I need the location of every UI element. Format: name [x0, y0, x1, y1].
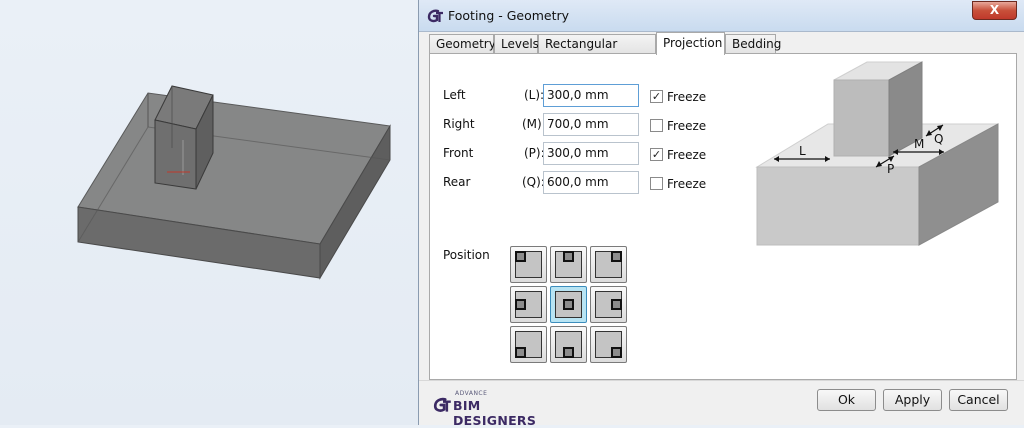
- right-label: Right: [443, 117, 475, 131]
- front-label: Front: [443, 146, 474, 160]
- diagram-label-l: L: [799, 144, 806, 158]
- cancel-button[interactable]: Cancel: [949, 389, 1008, 411]
- brand-logo-icon: [433, 397, 451, 412]
- close-button[interactable]: X: [972, 1, 1017, 20]
- front-code: (P):: [524, 146, 545, 160]
- app-logo-icon: [427, 9, 443, 23]
- position-bottom-center[interactable]: [550, 326, 587, 363]
- position-bottom-right[interactable]: [590, 326, 627, 363]
- window-title: Footing - Geometry: [448, 8, 570, 23]
- right-freeze-checkbox[interactable]: [650, 119, 663, 132]
- footing-3d-model: [77, 85, 391, 280]
- tab-geometry[interactable]: Geometry: [429, 34, 496, 54]
- tab-levels[interactable]: Levels: [494, 34, 539, 54]
- position-center[interactable]: [550, 286, 587, 323]
- brand-small-text: ADVANCE: [455, 390, 488, 397]
- rear-freeze-checkbox[interactable]: [650, 177, 663, 190]
- left-code: (L):: [524, 88, 545, 102]
- brand-logo: ADVANCE BIM DESIGNERS: [433, 389, 558, 428]
- position-middle-left[interactable]: [510, 286, 547, 323]
- diagram-label-m: M: [914, 137, 924, 151]
- right-freeze-label: Freeze: [667, 119, 707, 133]
- right-input[interactable]: 700,0 mm: [543, 113, 639, 136]
- position-label: Position: [443, 248, 490, 262]
- left-input[interactable]: 300,0 mm: [543, 84, 639, 107]
- tab-rectangular-column[interactable]: Rectangular Column: [538, 34, 656, 69]
- tab-projection[interactable]: Projection: [656, 32, 725, 55]
- front-freeze-checkbox[interactable]: ✓: [650, 148, 663, 161]
- dialog-footer: ADVANCE BIM DESIGNERS Ok Apply Cancel: [419, 380, 1024, 428]
- apply-button[interactable]: Apply: [883, 389, 942, 411]
- projection-panel: Left (L): 300,0 mm ✓ Freeze Right (M): 7…: [429, 53, 1017, 380]
- diagram-label-p: P: [887, 162, 894, 176]
- check-icon: ✓: [651, 148, 662, 161]
- position-top-center[interactable]: [550, 246, 587, 283]
- position-middle-right[interactable]: [590, 286, 627, 323]
- diagram-label-q: Q: [934, 132, 943, 146]
- projection-diagram: L P M Q: [755, 61, 999, 246]
- front-freeze-label: Freeze: [667, 148, 707, 162]
- left-label: Left: [443, 88, 466, 102]
- brand-main-text: BIM DESIGNERS: [453, 398, 537, 428]
- footing-geometry-dialog: Footing - Geometry X Geometry Levels Rec…: [418, 0, 1024, 428]
- position-top-left[interactable]: [510, 246, 547, 283]
- rear-label: Rear: [443, 175, 471, 189]
- model-3d-viewport[interactable]: [0, 0, 418, 425]
- title-bar[interactable]: Footing - Geometry X: [419, 0, 1024, 32]
- rear-input[interactable]: 600,0 mm: [543, 171, 639, 194]
- left-freeze-label: Freeze: [667, 90, 707, 104]
- front-input[interactable]: 300,0 mm: [543, 142, 639, 165]
- ok-button[interactable]: Ok: [817, 389, 876, 411]
- left-freeze-checkbox[interactable]: ✓: [650, 90, 663, 103]
- position-top-right[interactable]: [590, 246, 627, 283]
- rear-freeze-label: Freeze: [667, 177, 707, 191]
- check-icon: ✓: [651, 90, 662, 103]
- close-icon: X: [989, 3, 1000, 17]
- tab-bedding[interactable]: Bedding: [725, 34, 781, 54]
- position-bottom-left[interactable]: [510, 326, 547, 363]
- rear-code: (Q):: [522, 175, 545, 189]
- position-grid: [510, 246, 627, 363]
